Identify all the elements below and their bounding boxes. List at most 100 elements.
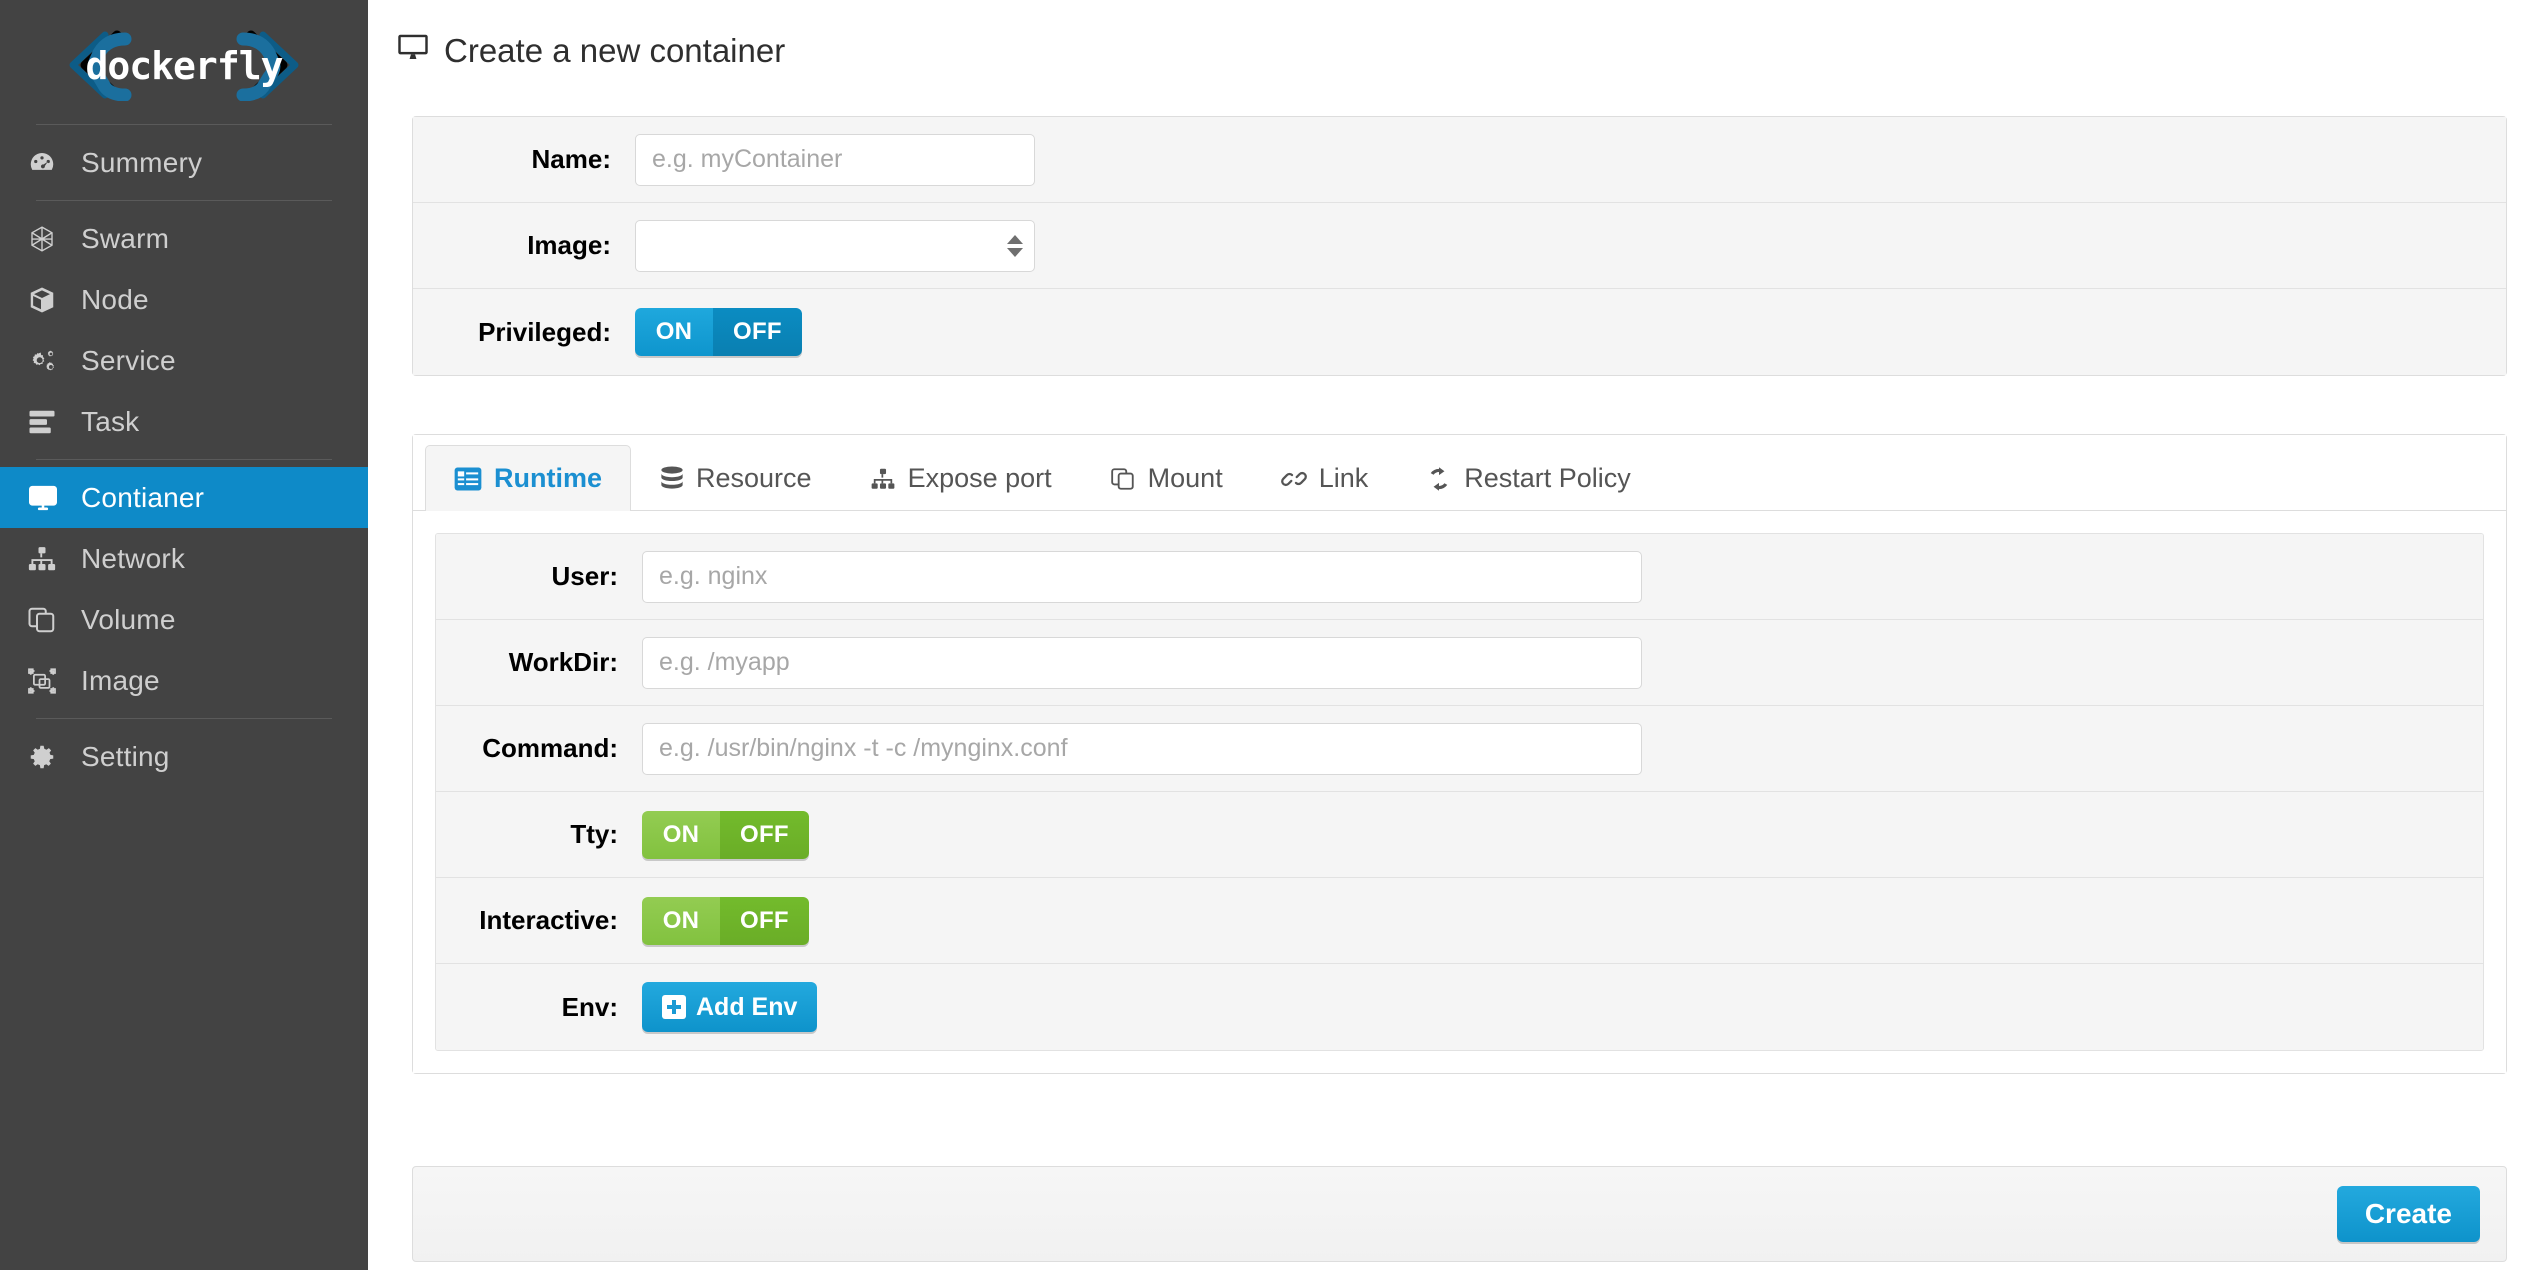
- tab-label: Restart Policy: [1464, 463, 1631, 493]
- field-row-user: User:: [436, 534, 2483, 620]
- tab-label: Mount: [1147, 463, 1223, 493]
- svg-text:dockerfly: dockerfly: [86, 44, 283, 88]
- name-label: Name:: [531, 144, 611, 174]
- name-input[interactable]: [635, 133, 1035, 186]
- sidebar: dockerfly Summery Swarm Node Service Tas…: [0, 0, 368, 1270]
- image-label: Image:: [527, 230, 611, 260]
- tab-label: Expose port: [907, 463, 1052, 493]
- tab-bar: Runtime Resource Expose port Mount Link …: [413, 435, 2506, 511]
- create-button[interactable]: Create: [2336, 1186, 2480, 1242]
- chevron-up-icon[interactable]: [1007, 234, 1023, 244]
- sidebar-item-label: Node: [81, 283, 149, 315]
- create-button-label: Create: [2364, 1198, 2452, 1229]
- sidebar-item-label: Setting: [81, 740, 170, 772]
- sidebar-item-image[interactable]: Image: [0, 650, 368, 711]
- privileged-toggle-off[interactable]: OFF: [713, 308, 802, 356]
- tty-toggle-off[interactable]: OFF: [720, 810, 809, 859]
- sidebar-item-volume[interactable]: Volume: [0, 589, 368, 650]
- tab-restart-policy[interactable]: Restart Policy: [1397, 445, 1660, 511]
- sidebar-item-label: Volume: [81, 603, 176, 635]
- privileged-toggle[interactable]: ON OFF: [635, 308, 802, 356]
- sidebar-item-network[interactable]: Network: [0, 528, 368, 589]
- command-label: Command:: [482, 733, 618, 763]
- field-row-workdir: WorkDir:: [436, 620, 2483, 706]
- sidebar-item-label: Contianer: [81, 481, 205, 513]
- tab-resource[interactable]: Resource: [631, 445, 841, 511]
- database-icon: [660, 465, 684, 492]
- basic-settings-panel: Name: Image: Privileged: ON OFF: [412, 116, 2507, 376]
- sidebar-item-service[interactable]: Service: [0, 330, 368, 391]
- monitor-icon: [396, 32, 430, 70]
- list-alt-icon: [454, 466, 482, 492]
- copy-icon: [27, 604, 71, 636]
- app-root: dockerfly Summery Swarm Node Service Tas…: [0, 0, 2528, 1270]
- plus-square-icon: [662, 995, 686, 1019]
- workdir-input[interactable]: [642, 636, 1642, 689]
- tab-label: Runtime: [494, 463, 602, 493]
- privileged-toggle-on[interactable]: ON: [635, 308, 713, 356]
- runtime-form: User: WorkDir: Command: Tty:: [435, 533, 2484, 1051]
- tab-link[interactable]: Link: [1252, 445, 1398, 511]
- refresh-icon: [1426, 466, 1452, 492]
- sidebar-item-label: Image: [81, 664, 160, 696]
- tab-runtime[interactable]: Runtime: [425, 445, 631, 511]
- tty-toggle-on[interactable]: ON: [642, 810, 720, 859]
- privileged-label: Privileged:: [478, 316, 611, 347]
- brand-logo[interactable]: dockerfly: [0, 6, 368, 124]
- add-env-label: Add Env: [696, 992, 798, 1021]
- form-actions-panel: Create: [412, 1166, 2507, 1262]
- field-row-command: Command:: [436, 706, 2483, 792]
- gears-icon: [27, 345, 71, 377]
- tasks-list-icon: [27, 406, 71, 438]
- sidebar-item-label: Swarm: [81, 222, 170, 254]
- command-input[interactable]: [642, 722, 1642, 775]
- tab-panel-runtime: User: WorkDir: Command: Tty:: [413, 511, 2506, 1073]
- tab-mount[interactable]: Mount: [1081, 445, 1252, 511]
- user-label: User:: [551, 561, 618, 591]
- field-row-tty: Tty: ON OFF: [436, 792, 2483, 878]
- page-title-text: Create a new container: [444, 32, 786, 69]
- interactive-toggle-on[interactable]: ON: [642, 896, 720, 945]
- main-content: Create a new container Name: Image:: [368, 0, 2528, 1270]
- sidebar-item-setting[interactable]: Setting: [0, 726, 368, 787]
- tab-label: Link: [1318, 463, 1369, 493]
- field-row-interactive: Interactive: ON OFF: [436, 878, 2483, 964]
- sidebar-item-node[interactable]: Node: [0, 269, 368, 330]
- chevron-down-icon[interactable]: [1007, 247, 1023, 257]
- image-select-box[interactable]: [635, 219, 1035, 272]
- field-row-name: Name:: [413, 117, 2506, 203]
- sidebar-item-task[interactable]: Task: [0, 391, 368, 452]
- field-row-image: Image:: [413, 203, 2506, 289]
- tab-label: Resource: [696, 463, 812, 493]
- tab-expose-port[interactable]: Expose port: [841, 445, 1081, 511]
- dashboard-icon: [27, 147, 71, 179]
- interactive-toggle[interactable]: ON OFF: [642, 896, 809, 945]
- sidebar-item-label: Service: [81, 344, 176, 376]
- image-frame-icon: [27, 665, 71, 697]
- sidebar-item-swarm[interactable]: Swarm: [0, 208, 368, 269]
- spinner-arrows-icon[interactable]: [1007, 234, 1023, 257]
- interactive-label: Interactive:: [479, 905, 618, 935]
- sidebar-item-summery[interactable]: Summery: [0, 132, 368, 193]
- image-select[interactable]: [635, 219, 1035, 272]
- copy-icon: [1110, 467, 1136, 491]
- user-input[interactable]: [642, 550, 1642, 603]
- dockerfly-logo-icon: dockerfly: [59, 29, 309, 101]
- cube-icon: [27, 284, 71, 316]
- tty-label: Tty:: [570, 819, 618, 849]
- add-env-button[interactable]: Add Env: [642, 982, 818, 1032]
- page-title: Create a new container: [368, 0, 2528, 70]
- field-row-privileged: Privileged: ON OFF: [413, 289, 2506, 375]
- swarm-hexagon-icon: [27, 223, 71, 255]
- container-options-panel: Runtime Resource Expose port Mount Link …: [412, 434, 2507, 1074]
- sidebar-item-contianer[interactable]: Contianer: [0, 467, 368, 528]
- env-label: Env:: [561, 991, 618, 1022]
- workdir-label: WorkDir:: [508, 647, 618, 677]
- sitemap-icon: [870, 467, 896, 491]
- interactive-toggle-off[interactable]: OFF: [720, 896, 809, 945]
- gear-icon: [27, 741, 71, 773]
- sitemap-icon: [27, 543, 71, 575]
- sidebar-item-label: Task: [81, 405, 140, 437]
- chain-icon: [1280, 467, 1307, 491]
- tty-toggle[interactable]: ON OFF: [642, 810, 809, 859]
